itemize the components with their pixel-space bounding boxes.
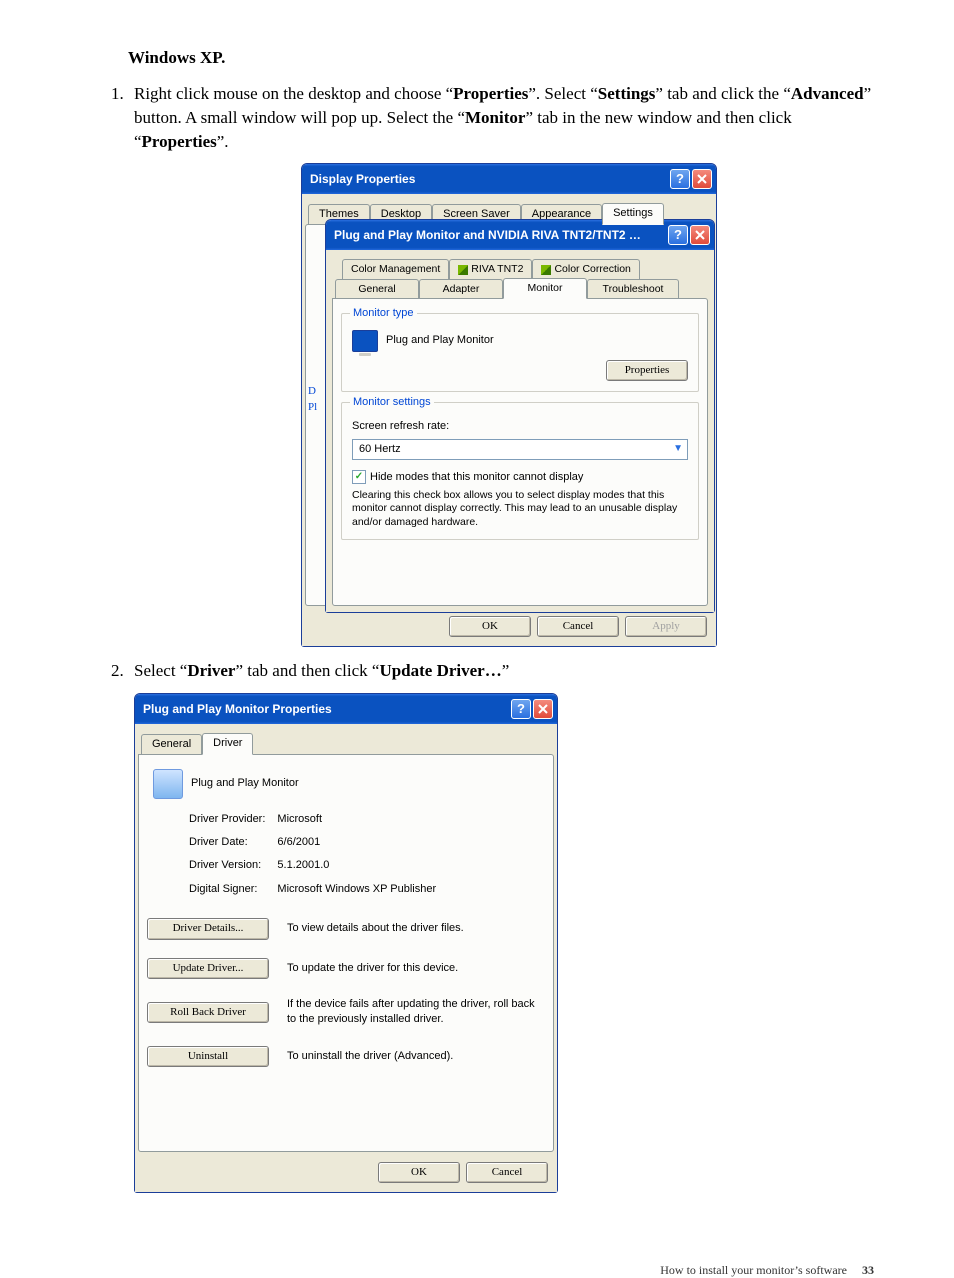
tab-general[interactable]: General bbox=[335, 279, 419, 299]
tab-adapter[interactable]: Adapter bbox=[419, 279, 503, 299]
desc-update-driver: To update the driver for this device. bbox=[287, 961, 545, 976]
close-icon[interactable] bbox=[690, 225, 710, 245]
step2-driver: Driver bbox=[187, 661, 235, 680]
value-driver-provider: Microsoft bbox=[277, 809, 446, 830]
label-digital-signer: Digital Signer: bbox=[189, 879, 275, 900]
group-monitor-settings: Monitor settings Screen refresh rate: 60… bbox=[341, 402, 699, 540]
hide-modes-label: Hide modes that this monitor cannot disp… bbox=[370, 470, 583, 485]
window-plug-and-play-nvidia: Plug and Play Monitor and NVIDIA RIVA TN… bbox=[325, 219, 715, 612]
roll-back-driver-button[interactable]: Roll Back Driver bbox=[147, 1002, 269, 1023]
hidden-panel-text: D Pl bbox=[308, 384, 317, 415]
group-monitor-type: Monitor type Plug and Play Monitor Prope… bbox=[341, 313, 699, 392]
tab-color-correction[interactable]: Color Correction bbox=[532, 259, 639, 279]
chevron-down-icon: ▼ bbox=[673, 442, 683, 456]
step1-properties2: Properties bbox=[142, 132, 217, 151]
ok-button[interactable]: OK bbox=[378, 1162, 460, 1183]
steps-list: Right click mouse on the desktop and cho… bbox=[100, 82, 882, 1193]
value-driver-version: 5.1.2001.0 bbox=[277, 855, 446, 876]
desc-roll-back-driver: If the device fails after updating the d… bbox=[287, 997, 545, 1028]
tab-settings[interactable]: Settings bbox=[602, 203, 664, 224]
desc-uninstall: To uninstall the driver (Advanced). bbox=[287, 1049, 545, 1064]
monitor-name: Plug and Play Monitor bbox=[386, 333, 494, 348]
driver-details-button[interactable]: Driver Details... bbox=[147, 918, 269, 939]
close-icon[interactable] bbox=[533, 699, 553, 719]
desc-driver-details: To view details about the driver files. bbox=[287, 921, 545, 936]
value-driver-date: 6/6/2001 bbox=[277, 832, 446, 853]
legend-monitor-type: Monitor type bbox=[350, 306, 417, 321]
help-icon[interactable]: ? bbox=[668, 225, 688, 245]
step1-advanced: Advanced bbox=[791, 84, 864, 103]
window-pnp-monitor-properties: Plug and Play Monitor Properties ? Gener… bbox=[134, 693, 558, 1193]
cancel-button[interactable]: Cancel bbox=[466, 1162, 548, 1183]
label-driver-date: Driver Date: bbox=[189, 832, 275, 853]
step1-properties: Properties bbox=[453, 84, 528, 103]
update-driver-button[interactable]: Update Driver... bbox=[147, 958, 269, 979]
step1-settings: Settings bbox=[598, 84, 656, 103]
help-icon[interactable]: ? bbox=[511, 699, 531, 719]
nvidia-icon bbox=[541, 265, 551, 275]
tab-color-management[interactable]: Color Management bbox=[342, 259, 449, 279]
heading-windows-xp: Windows XP. bbox=[128, 48, 882, 68]
label-driver-provider: Driver Provider: bbox=[189, 809, 275, 830]
legend-monitor-settings: Monitor settings bbox=[350, 395, 434, 410]
title-display-properties: Display Properties bbox=[310, 171, 415, 188]
label-driver-version: Driver Version: bbox=[189, 855, 275, 876]
properties-button[interactable]: Properties bbox=[606, 360, 688, 381]
driver-info-table: Driver Provider:Microsoft Driver Date:6/… bbox=[187, 807, 448, 903]
help-icon[interactable]: ? bbox=[670, 169, 690, 189]
refresh-rate-dropdown[interactable]: 60 Hertz ▼ bbox=[352, 439, 688, 460]
titlebar-pnp-monitor-properties[interactable]: Plug and Play Monitor Properties ? bbox=[135, 694, 557, 724]
hide-modes-note: Clearing this check box allows you to se… bbox=[352, 489, 688, 528]
tab-riva-tnt2[interactable]: RIVA TNT2 bbox=[449, 259, 532, 279]
ok-button[interactable]: OK bbox=[449, 616, 531, 637]
cancel-button[interactable]: Cancel bbox=[537, 616, 619, 637]
close-icon[interactable] bbox=[692, 169, 712, 189]
step-2: Select “Driver” tab and then click “Upda… bbox=[128, 659, 882, 1193]
hide-modes-checkbox[interactable]: ✓ bbox=[352, 470, 366, 484]
titlebar-display-properties[interactable]: Display Properties ? bbox=[302, 164, 716, 194]
page-footer: How to install your monitor’s software 3… bbox=[0, 1249, 954, 1278]
step1-text: Right click mouse on the desktop and cho… bbox=[134, 84, 453, 103]
value-digital-signer: Microsoft Windows XP Publisher bbox=[277, 879, 446, 900]
title-plug-and-play-nvidia: Plug and Play Monitor and NVIDIA RIVA TN… bbox=[334, 227, 644, 244]
uninstall-button[interactable]: Uninstall bbox=[147, 1046, 269, 1067]
device-name: Plug and Play Monitor bbox=[191, 776, 299, 791]
step2-update-driver: Update Driver… bbox=[379, 661, 501, 680]
apply-button[interactable]: Apply bbox=[625, 616, 707, 637]
title-pnp-monitor-properties: Plug and Play Monitor Properties bbox=[143, 701, 332, 718]
step-1: Right click mouse on the desktop and cho… bbox=[128, 82, 882, 643]
tab-monitor[interactable]: Monitor bbox=[503, 278, 587, 299]
device-icon bbox=[153, 769, 183, 799]
monitor-icon bbox=[352, 330, 378, 352]
tab-general[interactable]: General bbox=[141, 734, 202, 754]
label-refresh-rate: Screen refresh rate: bbox=[352, 419, 688, 434]
titlebar-plug-and-play-nvidia[interactable]: Plug and Play Monitor and NVIDIA RIVA TN… bbox=[326, 220, 714, 250]
step1-monitor: Monitor bbox=[465, 108, 525, 127]
tab-troubleshoot[interactable]: Troubleshoot bbox=[587, 279, 679, 299]
page-number: 33 bbox=[850, 1263, 874, 1277]
footer-text: How to install your monitor’s software bbox=[660, 1263, 847, 1277]
nvidia-icon bbox=[458, 265, 468, 275]
refresh-rate-value: 60 Hertz bbox=[359, 442, 401, 457]
tab-driver[interactable]: Driver bbox=[202, 733, 253, 754]
